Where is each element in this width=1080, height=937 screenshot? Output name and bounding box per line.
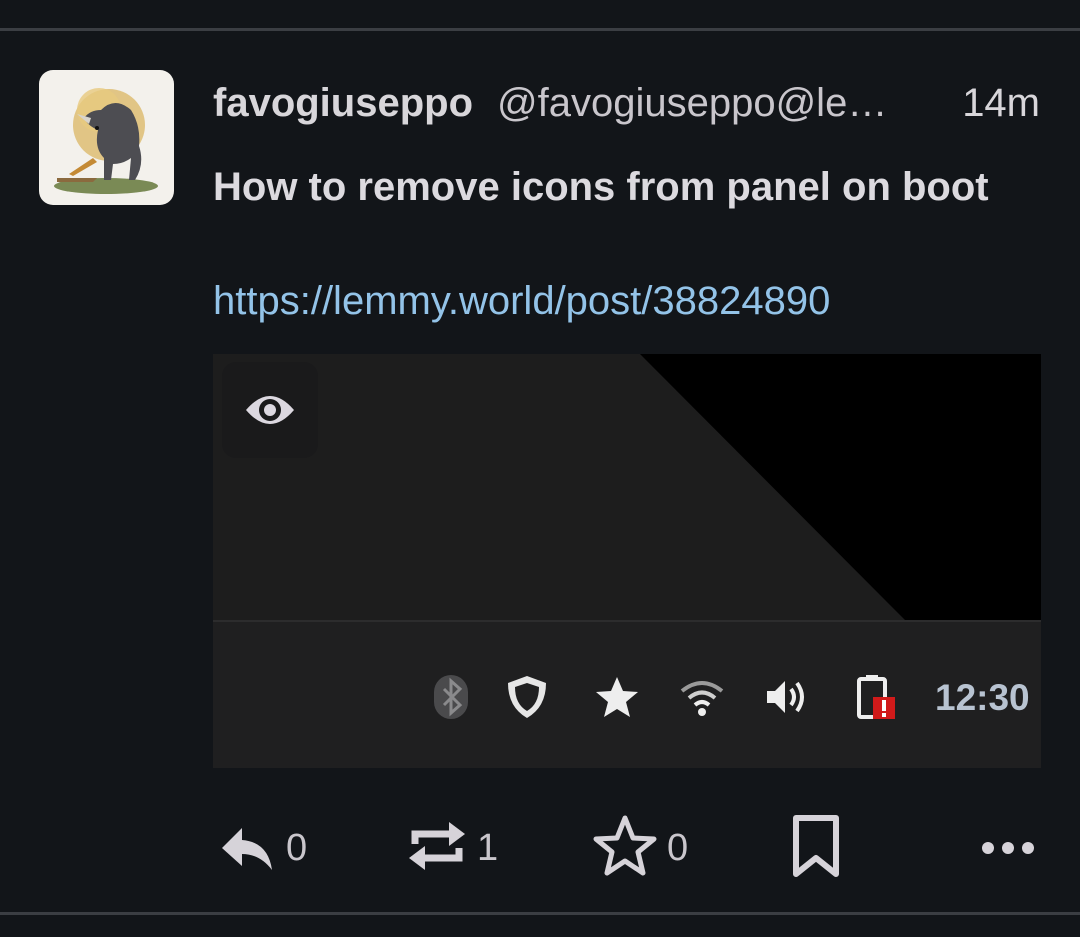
reply-icon bbox=[222, 828, 272, 870]
media-attachment[interactable]: 12:30 bbox=[213, 354, 1041, 768]
post-header: favogiuseppo @favogiuseppo@le… 14m bbox=[213, 78, 1043, 128]
post-title: How to remove icons from panel on boot bbox=[213, 165, 989, 209]
star-outline-icon bbox=[593, 815, 657, 876]
boost-button[interactable]: 1 bbox=[405, 810, 505, 886]
shield-icon bbox=[508, 676, 546, 718]
user-handle[interactable]: @favogiuseppo@le… bbox=[497, 78, 887, 128]
bluetooth-icon bbox=[434, 675, 468, 719]
bookmark-icon bbox=[793, 815, 839, 877]
bookmark-button[interactable] bbox=[790, 810, 846, 886]
display-name[interactable]: favogiuseppo bbox=[213, 78, 473, 128]
avatar[interactable] bbox=[39, 70, 174, 205]
post-time[interactable]: 14m bbox=[962, 78, 1040, 128]
boost-icon bbox=[409, 822, 465, 870]
reply-count: 0 bbox=[286, 827, 308, 869]
battery-alert-icon bbox=[857, 675, 895, 719]
post-actions: 0 1 0 bbox=[0, 810, 1080, 886]
more-options-button[interactable] bbox=[980, 810, 1036, 886]
more-icon bbox=[982, 842, 1034, 854]
star-icon bbox=[596, 677, 638, 717]
eye-icon bbox=[246, 396, 294, 424]
boost-count: 1 bbox=[477, 827, 499, 869]
favourite-button[interactable]: 0 bbox=[593, 810, 693, 886]
post-link[interactable]: https://lemmy.world/post/38824890 bbox=[213, 276, 830, 326]
toggle-sensitive-button[interactable] bbox=[222, 362, 318, 458]
media-screenshot-area bbox=[213, 354, 1041, 620]
reply-button[interactable]: 0 bbox=[218, 810, 318, 886]
panel-clock: 12:30 bbox=[935, 677, 1030, 718]
volume-icon bbox=[767, 681, 804, 713]
favourite-count: 0 bbox=[667, 827, 689, 869]
bottom-divider bbox=[0, 912, 1080, 915]
feed-page: favogiuseppo @favogiuseppo@le… 14m How t… bbox=[0, 0, 1080, 937]
wifi-icon bbox=[680, 681, 724, 716]
top-divider bbox=[0, 28, 1080, 31]
